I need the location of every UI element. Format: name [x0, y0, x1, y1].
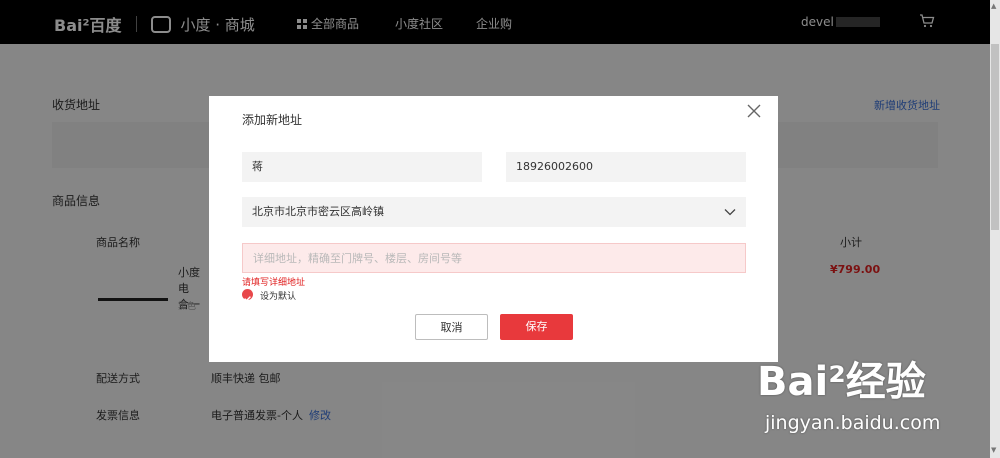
chevron-down-icon — [724, 209, 736, 216]
region-select-value: 北京市北京市密云区高岭镇 — [252, 205, 384, 218]
region-select[interactable]: 北京市北京市密云区高岭镇 — [242, 197, 746, 227]
scroll-down-arrow-icon[interactable]: ▼ — [991, 446, 996, 454]
dialog-title: 添加新地址 — [242, 113, 303, 127]
detail-address-error: 请填写详细地址 — [242, 278, 306, 288]
save-button[interactable]: 保存 — [500, 314, 573, 340]
phone-field[interactable]: 18926002600 — [506, 152, 746, 182]
scrollbar-thumb[interactable] — [991, 44, 999, 230]
cancel-button[interactable]: 取消 — [415, 314, 488, 340]
detail-address-input[interactable]: 详细地址，精确至门牌号、楼层、房间号等 — [242, 243, 746, 273]
recipient-name-field[interactable]: 蒋 — [242, 152, 482, 182]
close-icon[interactable] — [746, 103, 762, 119]
scroll-up-arrow-icon[interactable]: ▲ — [991, 2, 996, 10]
baidu-jingyan-watermark: Bai²经验 — [757, 359, 926, 405]
default-checkbox-label[interactable]: 设为默认 — [260, 289, 296, 302]
watermark-url: jingyan.baidu.com — [765, 412, 941, 434]
add-address-dialog: 添加新地址 蒋 18926002600 北京市北京市密云区高岭镇 详细地址，精确… — [209, 96, 778, 362]
checkmark-icon — [244, 296, 251, 302]
default-checkbox[interactable] — [242, 289, 253, 302]
